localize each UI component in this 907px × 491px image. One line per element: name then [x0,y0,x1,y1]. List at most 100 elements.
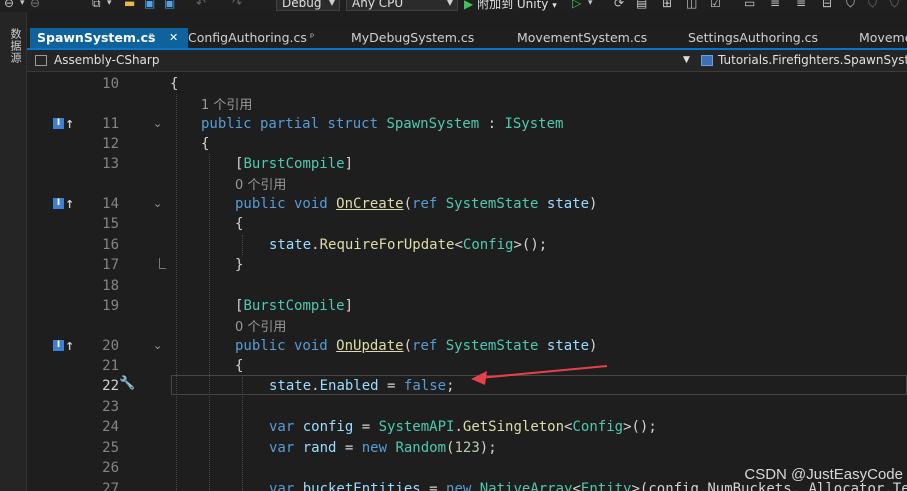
indent-guide [242,377,243,491]
new-item-icon[interactable]: ⧉ [92,0,101,11]
tab-configauthoring[interactable]: ConfigAuthoring.cs ᵖ [188,28,352,48]
code-line-15: { [235,216,244,232]
code-line-24: var config = SystemAPI.GetSingleton<Conf… [269,419,657,435]
code-editor[interactable]: I ↑ I ↑ I ↑ ⌄ ⌄ ⌄ 🔧 10 11 12 13 14 15 16 17 18 19 20 2… [27,72,907,491]
line-number: 25 [102,440,119,456]
fold-chevron-icon[interactable]: ⌄ [153,339,162,352]
csharp-project-icon [35,55,47,66]
toggle-icon[interactable]: ◫ [686,0,697,10]
configuration-select[interactable]: Debug ▼ [276,0,340,11]
attach-unity-button[interactable]: ▶ 附加到 Unity ▾ [464,0,557,12]
fold-chevron-icon[interactable]: ⌄ [153,197,162,210]
forward-icon[interactable]: ⊖ [30,0,40,10]
code-line-25: var rand = new Random(123); [269,440,497,456]
save-all-icon[interactable]: ▣ [164,0,175,10]
fold-chevron-icon[interactable]: ⌄ [153,117,162,130]
start-without-debug-icon[interactable]: ▷ [572,0,581,10]
platform-select[interactable]: Any CPU ▼ [346,0,458,11]
line-number: 17 [102,257,119,273]
codelens-references[interactable]: 1 个引用 [201,94,252,113]
line-number: 23 [102,399,119,415]
undo-icon[interactable]: ↶ [196,0,206,10]
line-number: 11 [102,116,119,132]
line-number: 20 [102,338,119,354]
diagnostics-icon[interactable]: ▤ [636,0,647,10]
implements-marker[interactable]: I ↑ [53,340,75,353]
implements-marker[interactable]: I ↑ [53,118,75,131]
arrow-up-icon: ↑ [65,198,75,211]
fold-end-marker [159,258,166,269]
layout-icon[interactable]: ⊞ [662,0,672,10]
code-line-14: public void OnCreate(ref SystemState sta… [235,196,598,212]
chevron-down-icon[interactable]: ▾ [588,0,593,8]
codelens-references[interactable]: 0 个引用 [235,174,286,193]
comment-icon[interactable]: ▭ [744,0,755,10]
implements-marker[interactable]: I ↑ [53,198,75,211]
code-line-11: public partial struct SpawnSystem : ISys… [201,116,564,132]
hot-reload-icon[interactable]: ⟳ [614,0,624,10]
chevron-down-icon: ▼ [328,0,335,7]
code-line-10: { [170,76,179,92]
line-number: 24 [102,419,119,435]
chevron-down-icon[interactable]: ▼ [683,55,690,65]
platform-value: Any CPU [352,0,404,10]
code-line-16: state.RequireForUpdate<Config>(); [269,237,548,253]
tab-label: SpawnSystem.cs [37,30,156,45]
tab-movement-clipped[interactable]: Moveme [859,28,907,48]
arrow-up-icon: ↑ [65,118,75,131]
redo-icon[interactable]: ↷ [232,0,242,10]
line-number: 15 [102,216,119,232]
line-number: 13 [102,156,119,172]
attach-unity-label: 附加到 Unity [477,0,549,11]
chevron-down-icon[interactable]: ▾ [20,0,25,8]
line-number: 12 [102,136,119,152]
indent-icon[interactable]: ≡ [770,0,780,10]
indent-guide [209,154,210,491]
bookmark-next-icon[interactable]: ⛉ [890,0,899,11]
line-number: 18 [102,278,119,294]
interface-icon: I [53,340,64,351]
open-folder-icon[interactable]: ▬ [124,0,135,10]
line-number: 14 [102,196,119,212]
tab-label: ConfigAuthoring.cs [188,30,307,45]
interface-icon: I [53,118,64,129]
watermark: CSDN @JustEasyCode [744,466,903,483]
data-sources-tab[interactable]: 数据源 [7,28,23,64]
code-line-20: public void OnUpdate(ref SystemState sta… [235,338,598,354]
close-icon[interactable]: ✕ [169,28,178,48]
code-line-12: { [201,136,210,152]
line-number: 26 [102,460,119,476]
format-icon[interactable]: ⊟ [822,0,832,10]
pin-icon[interactable]: ᵖ [149,28,154,48]
arrow-up-icon: ↑ [65,340,75,353]
interface-icon: I [53,198,64,209]
checklist-icon[interactable]: ☑ [710,0,721,10]
bookmark-icon[interactable]: ⛉ [846,0,855,11]
tab-spawnsystem[interactable]: SpawnSystem.cs ᵖ ✕ [30,28,188,48]
code-line-22: state.Enabled = false; [269,378,455,394]
navigation-bar: Assembly-CSharp ▼ Tutorials.Firefighters… [27,50,907,72]
codelens-references[interactable]: 0 个引用 [235,316,286,335]
code-line-21: { [235,358,244,374]
project-dropdown[interactable]: Assembly-CSharp [54,53,159,67]
type-dropdown[interactable]: Tutorials.Firefighters.SpawnSyste [718,53,907,67]
side-tool-strip: 数据源 [0,12,27,491]
code-line-13: [BurstCompile] [235,156,354,172]
tab-settingsauthoring[interactable]: SettingsAuthoring.cs [687,28,859,48]
back-icon[interactable]: ⊖ [4,0,14,10]
document-tab-bar: SpawnSystem.cs ᵖ ✕ ConfigAuthoring.cs ᵖ … [27,28,907,50]
quick-actions-icon[interactable]: 🔧 [119,376,135,391]
chevron-down-icon[interactable]: ▾ [107,0,112,8]
bookmark-prev-icon[interactable]: ⛉ [868,0,877,11]
tab-mydebugsystem[interactable]: MyDebugSystem.cs [351,28,517,48]
indent-guide [242,235,243,255]
indent-guide [176,94,177,491]
configuration-value: Debug [282,0,322,10]
outdent-icon[interactable]: ≡ [796,0,806,10]
pin-icon[interactable]: ᵖ [310,28,314,48]
tab-movementsystem[interactable]: MovementSystem.cs [517,28,687,48]
main-toolbar: ⊖ ▾ ⊖ ⧉ ▾ ▬ ▣ ▣ ↶ ↷ Debug ▼ Any CPU ▼ ▶ … [0,0,907,12]
play-icon: ▶ [464,0,474,11]
save-icon[interactable]: ▣ [144,0,155,10]
chevron-down-icon: ▼ [446,0,453,7]
